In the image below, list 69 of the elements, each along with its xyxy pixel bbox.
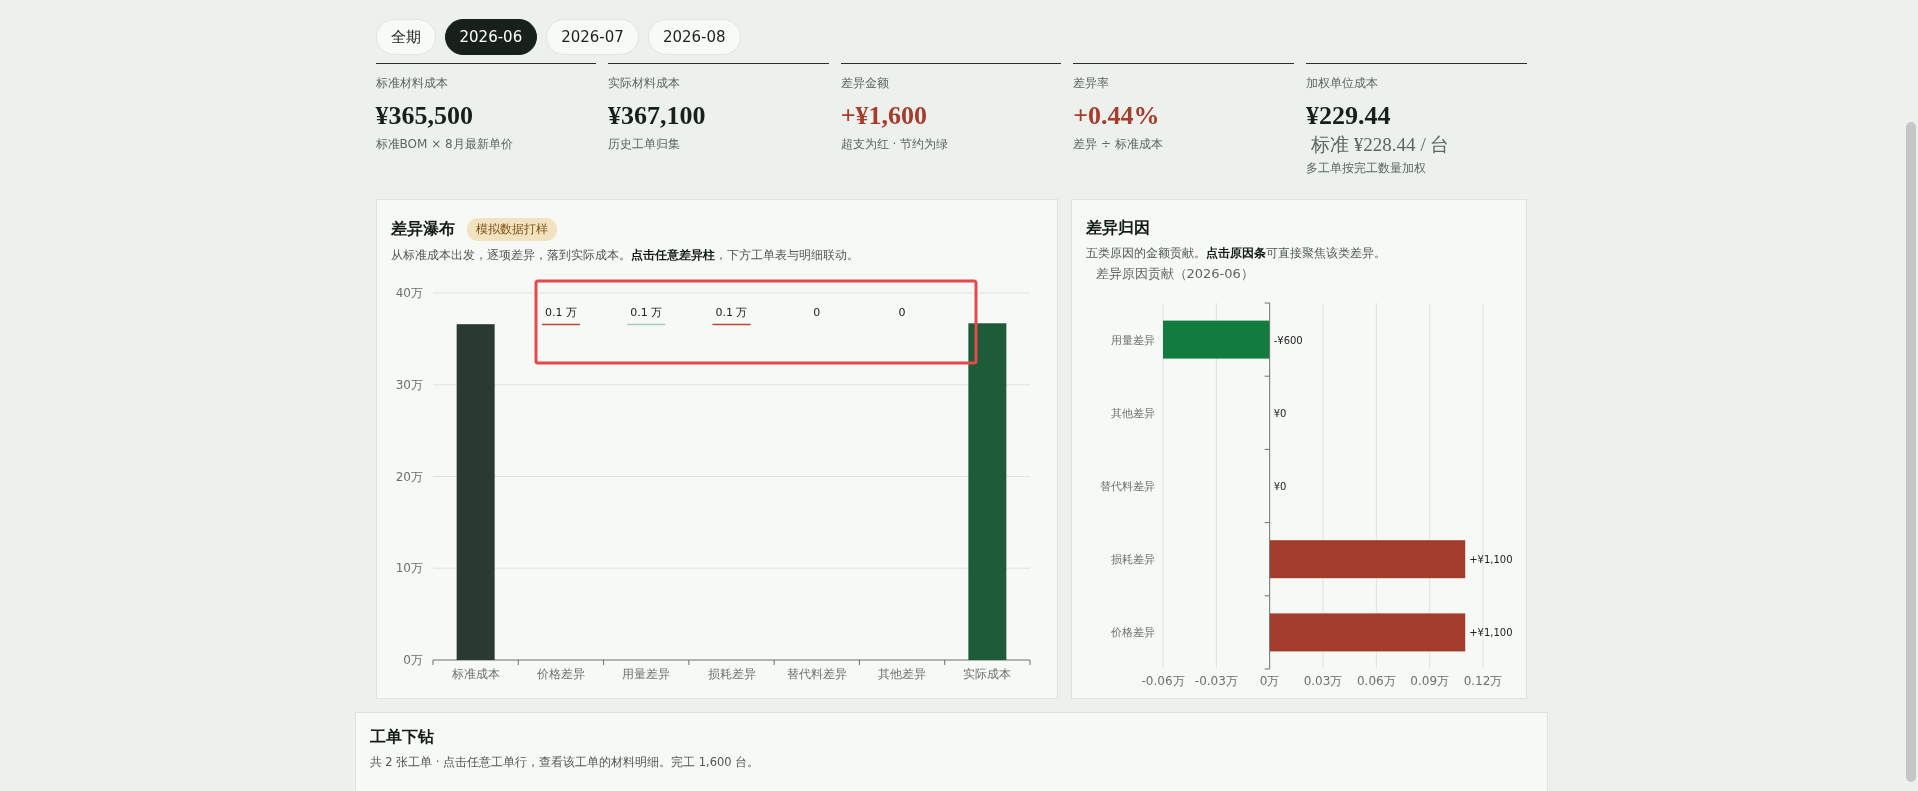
card-description: 共 2 张工单 · 点击任意工单行，查看该工单的材料明细。完工 1,600 台。 — [369, 755, 761, 771]
bar[interactable] — [1269, 540, 1465, 579]
kpi-note: 差异 ÷ 标准成本 — [1073, 135, 1164, 153]
sample-data-badge: 模拟数据打样 — [466, 218, 557, 242]
axis-label: -0.03万 — [1194, 674, 1238, 689]
kpi-value: +0.44% — [1073, 101, 1160, 130]
axis-label: 用量差异 — [621, 667, 670, 682]
kpi-unit: / 台 — [1420, 133, 1450, 155]
kpi-label: 加权单位成本 — [1305, 75, 1379, 92]
axis-label: 0.03万 — [1303, 674, 1342, 689]
axis-label: 实际成本 — [962, 667, 1011, 682]
axis-label: 损耗差异 — [1110, 553, 1155, 567]
kpi-value: ¥229.44 — [1305, 101, 1391, 130]
period-tab[interactable]: 2026-06 — [444, 19, 538, 55]
kpi-value: ¥367,100 — [608, 101, 706, 130]
bar[interactable] — [967, 323, 1006, 661]
axis-label: 0.09万 — [1409, 674, 1449, 689]
axis-label: 损耗差异 — [707, 667, 755, 682]
axis-label: 0万 — [1259, 674, 1279, 689]
card-title: 差异归因 — [1085, 218, 1150, 240]
kpi-note: 超支为红 · 节约为绿 — [840, 135, 950, 153]
bar[interactable] — [456, 324, 495, 661]
card-description: 从标准成本出发，逐项差异，落到实际成本。点击任意差异柱，下方工单表与明细联动。 — [390, 248, 860, 264]
kpi-value: ¥365,500 — [375, 101, 473, 130]
value-label: 0.1 万 — [715, 306, 747, 320]
axis-label: 用量差异 — [1110, 334, 1155, 348]
kpi-note: 多工单按完工数量加权 — [1305, 160, 1427, 178]
value-label: 0.1 万 — [629, 306, 662, 320]
value-label: 0 — [898, 306, 906, 320]
kpi-note: 历史工单归集 — [608, 135, 682, 153]
chart-title: 差异原因贡献（2026-06） — [1095, 265, 1255, 284]
axis-label: 替代料差异 — [786, 667, 847, 682]
card-title: 工单下钻 — [369, 727, 435, 749]
axis-label: 价格差异 — [536, 667, 585, 682]
period-tab[interactable]: 2026-08 — [647, 19, 741, 55]
value-label: 0 — [812, 306, 820, 320]
kpi-label: 标准材料成本 — [375, 75, 449, 92]
value-label: +¥1,100 — [1468, 627, 1513, 639]
axis-label: 替代料差异 — [1099, 480, 1155, 494]
axis-label: 40万 — [395, 286, 423, 301]
kpi-value: +¥1,600 — [840, 101, 927, 130]
axis-label: 0万 — [402, 653, 423, 668]
kpi-label: 差异率 — [1073, 75, 1111, 92]
kpi-note: 标准BOM × 8月最新单价 — [375, 135, 514, 153]
axis-label: 30万 — [395, 378, 423, 393]
axis-label: 其他差异 — [1110, 407, 1155, 421]
kpi-label: 差异金额 — [840, 75, 890, 92]
period-tab[interactable]: 2026-07 — [546, 19, 639, 55]
axis-label: -0.06万 — [1140, 674, 1185, 689]
value-label: 0.1 万 — [544, 306, 577, 320]
axis-label: 0.12万 — [1463, 674, 1502, 689]
period-tab[interactable]: 全期 — [375, 19, 436, 55]
bar[interactable] — [1269, 613, 1465, 652]
card-description: 五类原因的金额贡献。点击原因条可直接聚焦该类差异。 — [1085, 246, 1387, 262]
axis-label: 其他差异 — [877, 667, 926, 682]
scrollbar[interactable] — [1906, 122, 1916, 782]
kpi-standard-value: 标准 ¥228.44 — [1310, 133, 1416, 155]
value-label: -¥600 — [1273, 335, 1303, 347]
card-title: 差异瀑布 — [390, 219, 455, 241]
bar[interactable] — [1162, 321, 1270, 360]
kpi-label: 实际材料成本 — [608, 75, 682, 92]
value-label: +¥1,100 — [1468, 554, 1513, 566]
axis-label: 0.06万 — [1356, 674, 1396, 689]
axis-label: 价格差异 — [1110, 626, 1155, 640]
value-label: ¥0 — [1273, 481, 1286, 493]
value-label: ¥0 — [1273, 408, 1286, 420]
axis-label: 标准成本 — [451, 667, 500, 682]
axis-label: 10万 — [395, 561, 423, 576]
axis-label: 20万 — [395, 470, 423, 484]
